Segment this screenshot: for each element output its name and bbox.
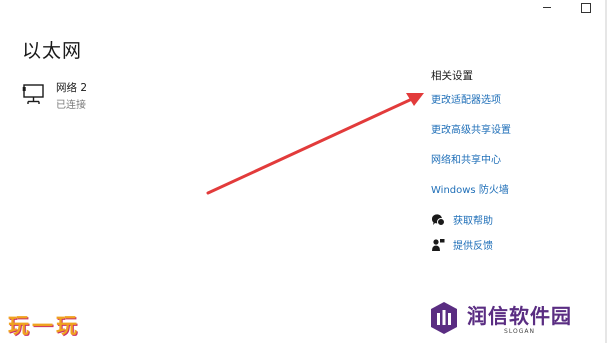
network-status: 已连接 bbox=[56, 100, 86, 111]
get-help-row[interactable]: 获取帮助 bbox=[431, 212, 493, 227]
watermark-left: 玩 一 玩 bbox=[8, 310, 78, 340]
window-controls bbox=[541, 0, 591, 14]
help-panel: 获取帮助 提供反馈 bbox=[431, 212, 493, 262]
annotation-arrow bbox=[206, 93, 424, 195]
watermark-right: 润信软件园 SLOGAN bbox=[429, 300, 572, 335]
person-feedback-icon bbox=[432, 238, 445, 251]
windows-firewall-link[interactable]: Windows 防火墙 bbox=[431, 181, 511, 196]
related-settings-title: 相关设置 bbox=[431, 70, 473, 82]
network-adapter-item[interactable]: 网络 2 已连接 bbox=[22, 80, 87, 111]
network-name: 网络 2 bbox=[56, 82, 88, 94]
watermark-brand-name: 润信软件园 bbox=[467, 304, 572, 328]
get-help-link[interactable]: 获取帮助 bbox=[453, 212, 493, 227]
feedback-row[interactable]: 提供反馈 bbox=[431, 237, 493, 252]
feedback-link[interactable]: 提供反馈 bbox=[453, 237, 493, 252]
watermark-left-char: 一 bbox=[32, 314, 54, 338]
minimize-button[interactable] bbox=[541, 1, 553, 13]
brand-logo-icon bbox=[431, 301, 457, 334]
watermark-left-char: 玩 bbox=[56, 314, 78, 338]
related-settings-panel: 相关设置 更改适配器选项 更改高级共享设置 网络和共享中心 Windows 防火… bbox=[431, 68, 511, 211]
change-advanced-sharing-link[interactable]: 更改高级共享设置 bbox=[431, 121, 511, 136]
watermark-left-char: 玩 bbox=[8, 314, 30, 338]
chat-help-icon bbox=[431, 213, 445, 226]
change-adapter-options-link[interactable]: 更改适配器选项 bbox=[431, 91, 511, 106]
page-title: 以太网 bbox=[22, 40, 83, 62]
ethernet-monitor-icon bbox=[22, 84, 44, 104]
watermark-slogan: SLOGAN bbox=[504, 328, 535, 335]
maximize-button[interactable] bbox=[579, 1, 591, 13]
network-sharing-center-link[interactable]: 网络和共享中心 bbox=[431, 151, 511, 166]
